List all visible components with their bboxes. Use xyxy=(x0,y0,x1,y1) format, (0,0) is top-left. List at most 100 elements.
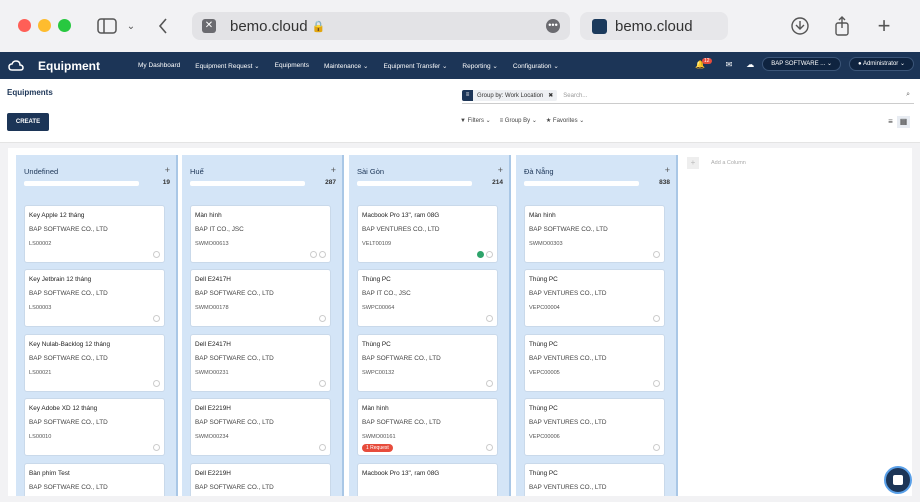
chevron-down-icon[interactable]: ⌄ xyxy=(124,14,138,38)
list-view-icon[interactable]: ≡ xyxy=(884,116,897,128)
status-dot-icon[interactable] xyxy=(319,380,326,387)
status-dot-icon[interactable] xyxy=(319,251,326,258)
kanban-card[interactable]: Dell E2417H BAP SOFTWARE CO., LTD SWMO0023… xyxy=(190,334,331,392)
status-dot-icon[interactable] xyxy=(653,444,660,451)
search-icon[interactable]: ⌕ xyxy=(906,91,910,99)
zoom-window-button[interactable] xyxy=(58,19,71,32)
user-menu[interactable]: ● Administrator ⌄ xyxy=(848,57,914,71)
menu-configuration[interactable]: Configuration ⌄ xyxy=(513,62,559,70)
kanban-card[interactable]: Macbook Pro 13", ram 08G xyxy=(357,463,498,496)
kanban-card[interactable]: Màn hình BAP SOFTWARE CO., LTD SWMO00161 1 … xyxy=(357,398,498,456)
menu-equipment-transfer[interactable]: Equipment Transfer ⌄ xyxy=(383,62,447,70)
browser-tab[interactable]: bemo.cloud xyxy=(580,12,728,40)
groupby-dropdown[interactable]: ≡ Group By ⌄ xyxy=(500,117,537,124)
menu-equipments[interactable]: Equipments xyxy=(275,62,309,70)
kanban-card[interactable]: Dell E2219H BAP SOFTWARE CO., LTD xyxy=(190,463,331,496)
column-count: 214 xyxy=(492,179,503,186)
cloud-icon[interactable]: ☁ xyxy=(746,60,754,69)
kanban-card[interactable]: Thùng PC BAP VENTURES CO., LTD VEPC00006 xyxy=(524,398,665,456)
menu-my-dashboard[interactable]: My Dashboard xyxy=(138,62,180,70)
status-dot-icon[interactable] xyxy=(486,380,493,387)
share-icon[interactable] xyxy=(832,14,852,38)
add-card-icon[interactable]: + xyxy=(665,165,670,175)
filters-dropdown[interactable]: ▼ Filters ⌄ xyxy=(460,117,491,124)
new-tab-icon[interactable]: + xyxy=(874,13,894,38)
kanban-view-icon[interactable]: ▦ xyxy=(897,116,910,128)
status-dot-icon[interactable] xyxy=(486,315,493,322)
kanban-card[interactable]: Bàn phím Test BAP SOFTWARE CO., LTD xyxy=(24,463,165,496)
kanban-card[interactable]: Macbook Pro 13", ram 08G BAP VENTURES CO.… xyxy=(357,205,498,263)
search-input[interactable]: Search... xyxy=(563,93,587,99)
kanban-column: Undefined +19 Key Apple 12 tháng BAP SOFTWA… xyxy=(16,155,178,496)
status-dot-icon[interactable] xyxy=(653,251,660,258)
app-title[interactable]: Equipment xyxy=(38,59,100,73)
search-bar[interactable]: ≡ Group by: Work Location ✖ Search... ⌕ xyxy=(462,88,914,104)
groupby-facet[interactable]: ≡ Group by: Work Location ✖ xyxy=(462,90,558,101)
kanban-card[interactable]: Màn hình BAP IT CO., JSC SWMO00613 xyxy=(190,205,331,263)
card-equipment-name: Key Jetbrain 12 tháng xyxy=(29,276,92,283)
address-bar[interactable]: ✕ bemo.cloud 🔒 ••• xyxy=(192,12,570,40)
kanban-card[interactable]: Thùng PC BAP VENTURES CO., LTD VEPC00004 xyxy=(524,269,665,327)
message-icon[interactable]: ✉ xyxy=(726,60,733,69)
status-dot-icon[interactable] xyxy=(653,380,660,387)
status-dot-icon[interactable] xyxy=(319,444,326,451)
add-column-label: Add a Column xyxy=(711,160,746,166)
menu-reporting[interactable]: Reporting ⌄ xyxy=(462,62,497,70)
add-card-icon[interactable]: + xyxy=(331,165,336,175)
status-dot-icon[interactable] xyxy=(153,444,160,451)
download-icon[interactable] xyxy=(790,14,810,38)
favorites-dropdown[interactable]: ★ Favorites ⌄ xyxy=(546,117,584,124)
card-company: BAP VENTURES CO., LTD xyxy=(362,226,440,233)
add-card-icon[interactable]: + xyxy=(498,165,503,175)
status-dot-icon[interactable] xyxy=(153,251,160,258)
status-dot-icon[interactable] xyxy=(319,315,326,322)
status-dot-icon[interactable] xyxy=(486,444,493,451)
card-company: BAP VENTURES CO., LTD xyxy=(529,290,607,297)
add-column-button[interactable]: + Add a Column xyxy=(687,157,746,169)
user-avatar-icon[interactable] xyxy=(310,251,317,258)
column-title[interactable]: Undefined xyxy=(24,167,58,176)
close-tab-icon[interactable]: ✕ xyxy=(202,19,216,33)
card-equipment-name: Dell E2417H xyxy=(195,276,231,283)
close-window-button[interactable] xyxy=(18,19,31,32)
sidebar-toggle-icon[interactable] xyxy=(96,14,118,38)
menu-equipment-request[interactable]: Equipment Request ⌄ xyxy=(195,62,259,70)
chatbot-icon[interactable] xyxy=(884,466,912,494)
main-menu: My Dashboard Equipment Request ⌄ Equipme… xyxy=(138,62,574,70)
column-count: 287 xyxy=(325,179,336,186)
column-title[interactable]: Đà Nẵng xyxy=(524,167,554,176)
kanban-card[interactable]: Key Apple 12 tháng BAP SOFTWARE CO., LTD L… xyxy=(24,205,165,263)
kanban-card[interactable]: Thùng PC BAP VENTURES CO., LTD VEPC00005 xyxy=(524,334,665,392)
back-icon[interactable] xyxy=(155,14,171,38)
minimize-window-button[interactable] xyxy=(38,19,51,32)
kanban-card[interactable]: Key Jetbrain 12 tháng BAP SOFTWARE CO., L… xyxy=(24,269,165,327)
kanban-card[interactable]: Key Nulab-Backlog 12 tháng BAP SOFTWARE C… xyxy=(24,334,165,392)
page-title[interactable]: Equipments xyxy=(7,88,53,97)
remove-facet-icon[interactable]: ✖ xyxy=(548,92,553,99)
status-dot-icon[interactable] xyxy=(486,251,493,258)
user-avatar-icon[interactable] xyxy=(477,251,484,258)
kanban-card[interactable]: Thùng PC BAP SOFTWARE CO., LTD SWPC00132 xyxy=(357,334,498,392)
column-title[interactable]: Huế xyxy=(190,167,204,176)
kanban-card[interactable]: Dell E2417H BAP SOFTWARE CO., LTD SWMO0017… xyxy=(190,269,331,327)
kanban-card[interactable]: Thùng PC BAP VENTURES CO., LTD xyxy=(524,463,665,496)
more-icon[interactable]: ••• xyxy=(546,19,560,33)
status-dot-icon[interactable] xyxy=(653,315,660,322)
create-button[interactable]: CREATE xyxy=(7,113,49,131)
card-company: BAP SOFTWARE CO., LTD xyxy=(362,355,441,362)
menu-maintenance[interactable]: Maintenance ⌄ xyxy=(324,62,368,70)
add-card-icon[interactable]: + xyxy=(165,165,170,175)
column-title[interactable]: Sài Gòn xyxy=(357,167,384,176)
kanban-card[interactable]: Thùng PC BAP IT CO., JSC SWPC00064 xyxy=(357,269,498,327)
kanban-card[interactable]: Dell E2219H BAP SOFTWARE CO., LTD SWMO0023… xyxy=(190,398,331,456)
card-company: BAP SOFTWARE CO., LTD xyxy=(195,290,274,297)
kanban-card[interactable]: Key Adobe XD 12 tháng BAP SOFTWARE CO., L… xyxy=(24,398,165,456)
status-dot-icon[interactable] xyxy=(153,315,160,322)
card-equipment-name: Dell E2219H xyxy=(195,405,231,412)
company-switcher[interactable]: BAP SOFTWARE ... ⌄ xyxy=(762,57,841,71)
card-reference: SWMO00234 xyxy=(195,434,229,440)
cloud-logo-icon[interactable] xyxy=(8,58,24,74)
kanban-card[interactable]: Màn hình BAP SOFTWARE CO., LTD SWMO00303 xyxy=(524,205,665,263)
status-dot-icon[interactable] xyxy=(153,380,160,387)
request-badge[interactable]: 1 Request xyxy=(362,444,393,452)
